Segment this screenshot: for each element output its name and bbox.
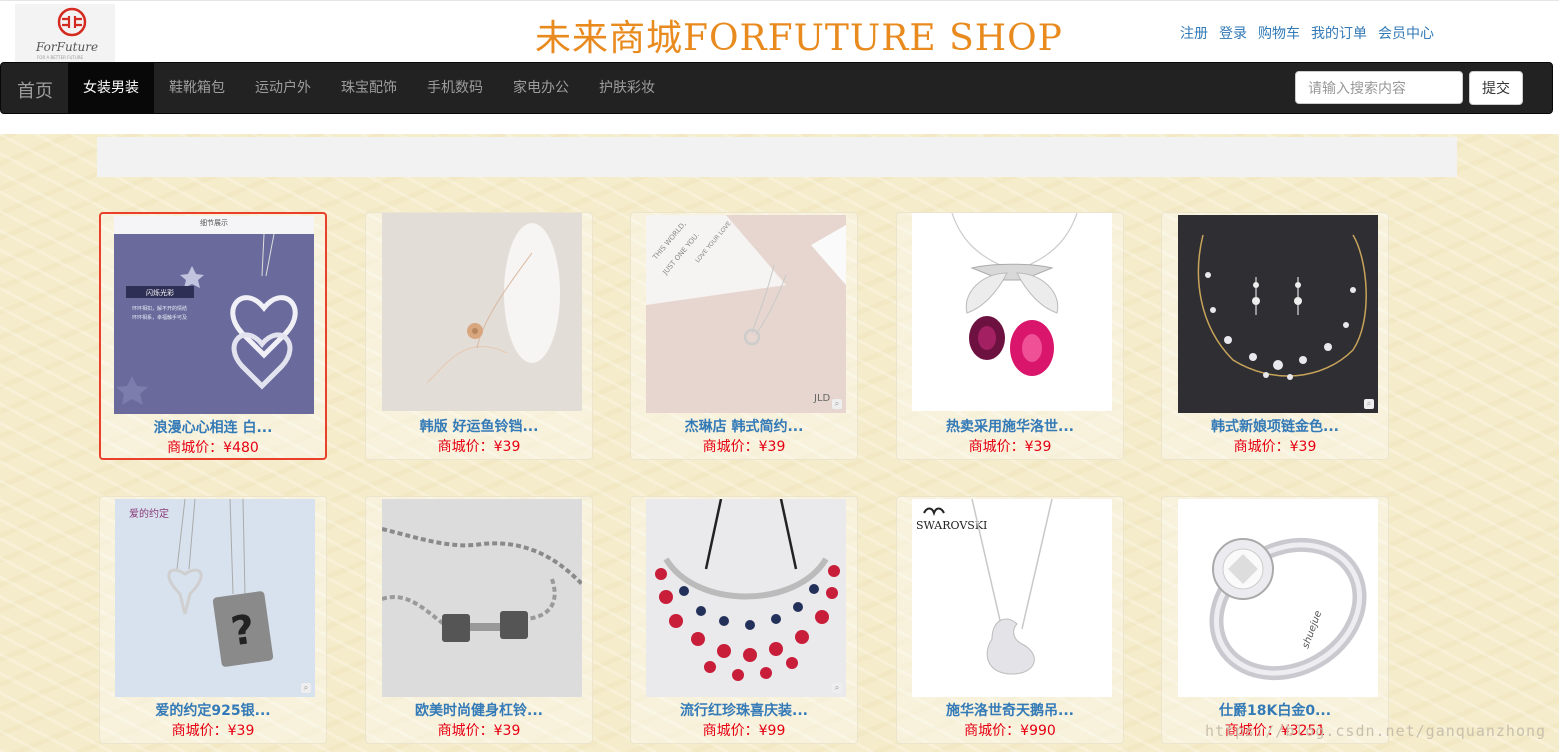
product-name[interactable]: 热卖采用施华洛世...: [897, 416, 1123, 436]
product-card[interactable]: 细节展示 闪烁光彩 环环相扣，解不开的情结 环环相系，幸福触手可及 浪漫心心相连…: [99, 212, 327, 460]
login-link[interactable]: 登录: [1219, 26, 1247, 42]
product-name[interactable]: 施华洛世奇天鹅吊...: [897, 700, 1123, 720]
product-area: 细节展示 闪烁光彩 环环相扣，解不开的情结 环环相系，幸福触手可及 浪漫心心相连…: [0, 134, 1559, 752]
product-card[interactable]: THIS WORLD, JUST ONE YOU. LOVE YOUR LOVE…: [630, 212, 858, 460]
site-header: ForFuture FOR A BETTER FUTURE 未来商城FORFUT…: [0, 0, 1559, 63]
cart-link[interactable]: 购物车: [1258, 26, 1300, 42]
search-input[interactable]: [1295, 71, 1463, 104]
top-links: 注册 登录 购物车 我的订单 会员中心: [1180, 23, 1445, 43]
zoom-icon[interactable]: ⌕: [832, 683, 842, 693]
product-price: 商城价：¥39: [702, 439, 786, 455]
product-name[interactable]: 杰琳店 韩式简约...: [631, 416, 857, 436]
product-price: 商城价：¥39: [437, 723, 521, 739]
zoom-icon[interactable]: ⌕: [301, 683, 311, 693]
home-link[interactable]: 首页: [17, 77, 53, 103]
product-name[interactable]: 仕爵18K白金0...: [1162, 700, 1388, 720]
product-price: 商城价：¥39: [968, 439, 1052, 455]
product-price: 商城价：¥39: [1233, 439, 1317, 455]
svg-text:爱的约定: 爱的约定: [129, 507, 169, 520]
product-card[interactable]: SWAROVSKI 施华洛世奇天鹅吊... 商城价：¥990: [896, 496, 1124, 744]
svg-text:FOR A BETTER FUTURE: FOR A BETTER FUTURE: [37, 55, 84, 60]
product-price: 商城价：¥990: [964, 723, 1056, 739]
zoom-icon[interactable]: ⌕: [1364, 399, 1374, 409]
product-image[interactable]: shuejue: [1178, 499, 1378, 697]
product-image[interactable]: SWAROVSKI: [912, 499, 1112, 697]
zoom-icon[interactable]: ⌕: [832, 399, 842, 409]
my-orders-link[interactable]: 我的订单: [1311, 26, 1367, 42]
banner-placeholder: [97, 137, 1457, 177]
svg-text:环环相系，幸福触手可及: 环环相系，幸福触手可及: [132, 314, 187, 321]
product-name[interactable]: 韩式新娘项链金色...: [1162, 416, 1388, 436]
svg-text:闪烁光彩: 闪烁光彩: [146, 288, 174, 297]
product-card[interactable]: 韩版 好运鱼铃铛... 商城价：¥39: [365, 212, 593, 460]
product-card[interactable]: 爱的约定 ? ⌕ 爱的约定925银... 商城价：¥39: [99, 496, 327, 744]
product-image[interactable]: ⌕: [1178, 215, 1378, 413]
nav-item-jewelry[interactable]: 珠宝配饰: [326, 63, 412, 113]
product-name[interactable]: 爱的约定925银...: [100, 700, 326, 720]
product-price: 商城价：¥39: [171, 723, 255, 739]
product-price: 商城价：¥480: [167, 440, 259, 456]
product-image[interactable]: 爱的约定 ? ⌕: [115, 499, 315, 697]
register-link[interactable]: 注册: [1180, 26, 1208, 42]
product-image[interactable]: [382, 499, 582, 697]
product-name[interactable]: 韩版 好运鱼铃铛...: [366, 416, 592, 436]
category-navbar: 首页 女装男装 鞋靴箱包 运动户外 珠宝配饰 手机数码 家电办公 护肤彩妆 提交: [0, 62, 1553, 114]
nav-item-shoes-bags[interactable]: 鞋靴箱包: [154, 63, 240, 113]
product-price: 商城价：¥39: [437, 439, 521, 455]
category-nav: 女装男装 鞋靴箱包 运动户外 珠宝配饰 手机数码 家电办公 护肤彩妆: [68, 63, 670, 113]
product-card[interactable]: ⌕ 韩式新娘项链金色... 商城价：¥39: [1161, 212, 1389, 460]
watermark: https://blog.csdn.net/ganquanzhong: [1205, 722, 1547, 740]
product-name[interactable]: 浪漫心心相连 白...: [101, 417, 325, 437]
member-center-link[interactable]: 会员中心: [1378, 26, 1434, 42]
product-name[interactable]: 流行红珍珠喜庆装...: [631, 700, 857, 720]
product-card[interactable]: ⌕ 流行红珍珠喜庆装... 商城价：¥99: [630, 496, 858, 744]
product-image[interactable]: THIS WORLD, JUST ONE YOU. LOVE YOUR LOVE…: [646, 215, 846, 413]
product-name[interactable]: 欧美时尚健身杠铃...: [366, 700, 592, 720]
product-image[interactable]: [382, 213, 582, 411]
svg-text:JLD: JLD: [813, 393, 831, 404]
site-logo[interactable]: ForFuture FOR A BETTER FUTURE: [15, 4, 115, 62]
product-image[interactable]: [912, 213, 1112, 411]
product-price: 商城价：¥99: [702, 723, 786, 739]
nav-item-sports-outdoor[interactable]: 运动户外: [240, 63, 326, 113]
svg-text:细节展示: 细节展示: [200, 218, 228, 227]
product-card[interactable]: 欧美时尚健身杠铃... 商城价：¥39: [365, 496, 593, 744]
nav-item-phones-digital[interactable]: 手机数码: [412, 63, 498, 113]
product-image[interactable]: ⌕: [646, 499, 846, 697]
site-title: 未来商城FORFUTURE SHOP: [535, 18, 1063, 59]
nav-item-womens-mens[interactable]: 女装男装: [68, 63, 154, 113]
svg-text:环环相扣，解不开的情结: 环环相扣，解不开的情结: [132, 305, 187, 312]
nav-item-skincare-makeup[interactable]: 护肤彩妆: [584, 63, 670, 113]
product-image[interactable]: 细节展示 闪烁光彩 环环相扣，解不开的情结 环环相系，幸福触手可及: [114, 216, 314, 414]
product-card[interactable]: shuejue 仕爵18K白金0... 商城价：¥3251: [1161, 496, 1389, 744]
svg-text:ForFuture: ForFuture: [35, 40, 98, 54]
product-card[interactable]: 热卖采用施华洛世... 商城价：¥39: [896, 212, 1124, 460]
search-submit-button[interactable]: 提交: [1469, 71, 1523, 105]
nav-item-appliances-office[interactable]: 家电办公: [498, 63, 584, 113]
